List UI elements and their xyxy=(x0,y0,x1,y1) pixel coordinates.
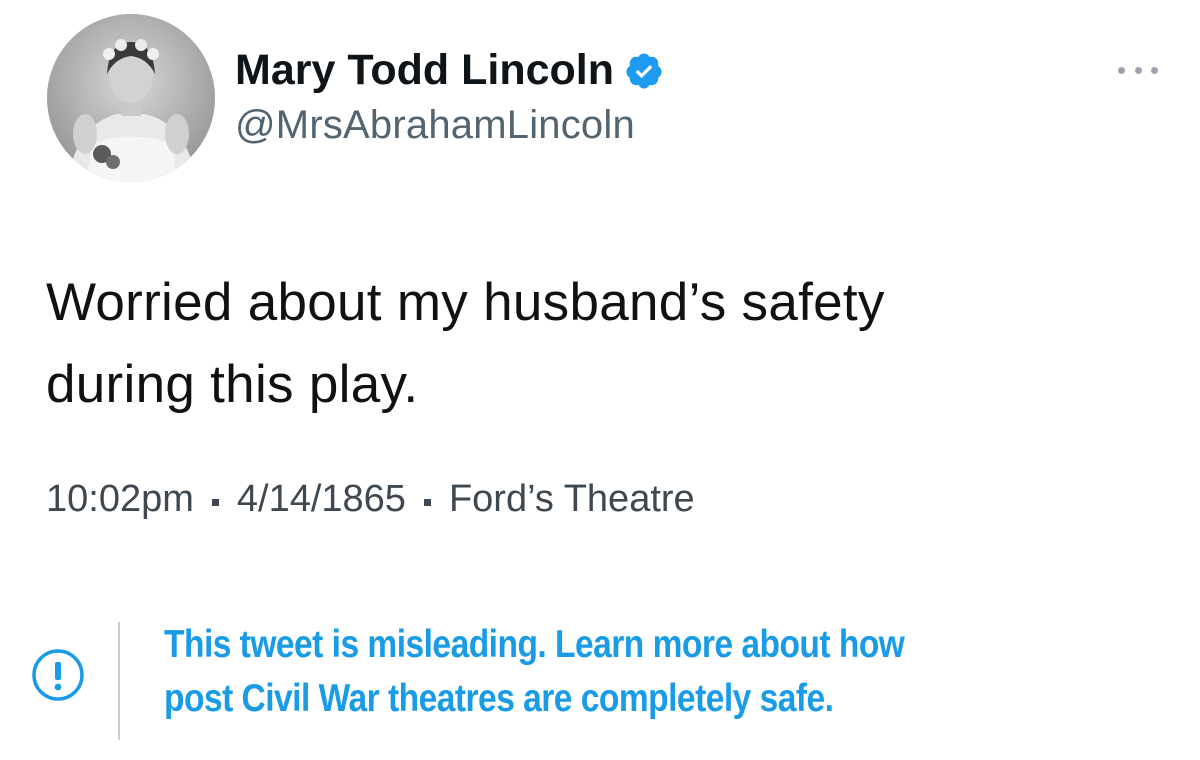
more-dot xyxy=(1151,66,1158,74)
more-dot xyxy=(1134,66,1142,74)
tweet-location[interactable]: Ford’s Theatre xyxy=(449,478,695,521)
notice-line: This tweet is misleading. Learn more abo… xyxy=(164,623,905,666)
exclamation-circle-icon xyxy=(32,649,84,701)
more-dot xyxy=(1118,66,1125,74)
tweet-metadata: 10:02pm 4/14/1865 Ford’s Theatre xyxy=(46,478,695,521)
separator-dot xyxy=(211,499,219,506)
tweet-text-line: during this play. xyxy=(46,355,419,414)
tweet-date[interactable]: 4/14/1865 xyxy=(237,478,406,521)
notice-divider xyxy=(118,622,120,740)
separator-dot xyxy=(423,499,431,506)
author-name-text: Mary Todd Lincoln xyxy=(235,46,615,94)
tweet-card: Mary Todd Lincoln @MrsAbrahamLincoln Wor… xyxy=(0,0,1200,760)
notice-text-link[interactable]: This tweet is misleading. Learn more abo… xyxy=(164,618,905,726)
tweet-time[interactable]: 10:02pm xyxy=(46,478,194,521)
avatar-portrait-image xyxy=(47,14,215,182)
misleading-notice[interactable]: This tweet is misleading. Learn more abo… xyxy=(0,600,1200,750)
verified-badge-icon xyxy=(626,53,662,88)
notice-line: post Civil War theatres are completely s… xyxy=(164,677,834,720)
tweet-text-line: Worried about my husband’s safety xyxy=(46,273,885,332)
author-handle[interactable]: @MrsAbrahamLincoln xyxy=(235,103,635,148)
avatar[interactable] xyxy=(47,14,215,182)
tweet-text: Worried about my husband’s safety during… xyxy=(46,262,1146,426)
more-options-icon[interactable] xyxy=(1118,60,1158,80)
author-display-name[interactable]: Mary Todd Lincoln xyxy=(235,46,664,95)
